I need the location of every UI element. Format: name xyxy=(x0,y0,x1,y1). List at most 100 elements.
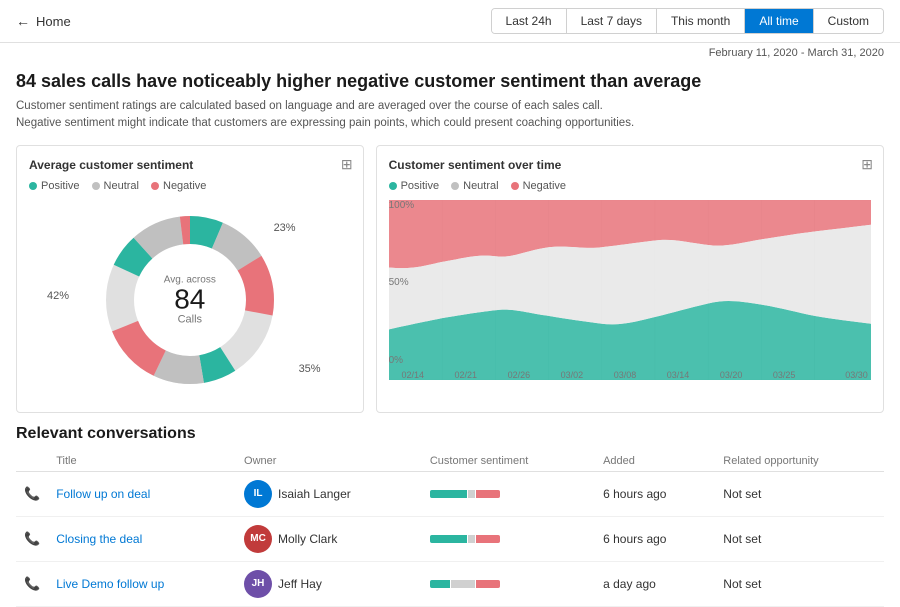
row-icon-cell: 📞 xyxy=(16,561,48,606)
phone-icon: 📞 xyxy=(24,531,40,546)
sentiment-negative xyxy=(476,490,500,498)
subtitle-line2: Negative sentiment might indicate that c… xyxy=(16,117,634,129)
charts-row: Average customer sentiment ⊞ Positive Ne… xyxy=(16,145,884,413)
back-label: Home xyxy=(36,14,71,29)
sentiment-neutral xyxy=(451,580,475,588)
time-positive-label: Positive xyxy=(401,180,440,192)
conversations-section: Relevant conversations Title Owner Custo… xyxy=(16,425,884,607)
th-owner: Owner xyxy=(236,451,422,472)
time-filters: Last 24h Last 7 days This month All time… xyxy=(491,8,884,34)
x-label-0320: 03/20 xyxy=(720,370,743,380)
avg-sentiment-card: Average customer sentiment ⊞ Positive Ne… xyxy=(16,145,364,413)
table-header-row: Title Owner Customer sentiment Added Rel… xyxy=(16,451,884,472)
th-icon xyxy=(16,451,48,472)
positive-label: Positive xyxy=(41,180,80,192)
neutral-label: Neutral xyxy=(104,180,139,192)
sentiment-positive xyxy=(430,580,450,588)
owner-avatar: MC xyxy=(244,525,272,553)
row-title[interactable]: Live Demo follow up xyxy=(48,561,236,606)
pct-positive: 23% xyxy=(274,222,296,234)
sentiment-negative xyxy=(476,580,500,588)
legend-neutral: Neutral xyxy=(92,180,139,192)
row-opportunity: Not set xyxy=(715,516,884,561)
positive-dot xyxy=(29,182,37,190)
row-opportunity: Not set xyxy=(715,561,884,606)
time-negative-label: Negative xyxy=(523,180,566,192)
sentiment-positive xyxy=(430,490,467,498)
row-added: 6 hours ago xyxy=(595,471,715,516)
table-row[interactable]: 📞 Closing the deal MC Molly Clark 6 hour… xyxy=(16,516,884,561)
donut-center-num: 84 xyxy=(164,285,216,313)
sentiment-negative xyxy=(476,535,500,543)
filter-last24h[interactable]: Last 24h xyxy=(492,9,567,33)
sentiment-positive xyxy=(430,535,467,543)
donut-center-label: Calls xyxy=(164,313,216,325)
back-arrow-icon: ← xyxy=(16,13,30,29)
th-opportunity: Related opportunity xyxy=(715,451,884,472)
donut-container: Avg. across 84 Calls 23% 35% 42% xyxy=(29,200,351,400)
th-added: Added xyxy=(595,451,715,472)
legend-negative: Negative xyxy=(151,180,206,192)
phone-icon: 📞 xyxy=(24,486,40,501)
owner-avatar: IL xyxy=(244,480,272,508)
main-content: 84 sales calls have noticeably higher ne… xyxy=(0,63,900,607)
page-subtitle: Customer sentiment ratings are calculate… xyxy=(16,98,884,133)
neutral-dot xyxy=(92,182,100,190)
y-label-50: 50% xyxy=(389,277,409,288)
table-row[interactable]: 📞 Live Demo follow up JH Jeff Hay a day … xyxy=(16,561,884,606)
sentiment-bar xyxy=(430,490,500,498)
time-positive-dot xyxy=(389,182,397,190)
time-neutral-dot xyxy=(451,182,459,190)
area-chart-svg xyxy=(389,200,871,380)
owner-name: Isaiah Langer xyxy=(278,487,351,501)
date-range-text: February 11, 2020 - March 31, 2020 xyxy=(709,47,884,59)
back-link[interactable]: ← Home xyxy=(16,13,71,29)
x-label-0221: 02/21 xyxy=(455,370,478,380)
filter-custom[interactable]: Custom xyxy=(814,9,883,33)
owner-avatar: JH xyxy=(244,570,272,598)
time-chart-title: Customer sentiment over time xyxy=(389,158,871,172)
time-chart-icon[interactable]: ⊞ xyxy=(861,156,873,173)
x-label-0308: 03/08 xyxy=(614,370,637,380)
conversations-title: Relevant conversations xyxy=(16,425,884,443)
sentiment-bar xyxy=(430,580,500,588)
row-title[interactable]: Follow up on deal xyxy=(48,471,236,516)
row-owner: JH Jeff Hay xyxy=(236,561,422,606)
row-opportunity: Not set xyxy=(715,471,884,516)
filter-alltime[interactable]: All time xyxy=(745,9,813,33)
page-title: 84 sales calls have noticeably higher ne… xyxy=(16,71,884,92)
pct-neutral: 35% xyxy=(299,363,321,375)
time-negative-dot xyxy=(511,182,519,190)
row-owner: IL Isaiah Langer xyxy=(236,471,422,516)
filter-thismonth[interactable]: This month xyxy=(657,9,745,33)
th-title: Title xyxy=(48,451,236,472)
x-label-0325: 03/25 xyxy=(773,370,796,380)
row-added: 6 hours ago xyxy=(595,516,715,561)
row-title[interactable]: Closing the deal xyxy=(48,516,236,561)
table-row[interactable]: 📞 Follow up on deal IL Isaiah Langer 6 h… xyxy=(16,471,884,516)
subtitle-line1: Customer sentiment ratings are calculate… xyxy=(16,100,603,112)
phone-icon: 📞 xyxy=(24,576,40,591)
x-label-0314: 03/14 xyxy=(667,370,690,380)
th-sentiment: Customer sentiment xyxy=(422,451,595,472)
sentiment-bar xyxy=(430,535,500,543)
x-label-0226: 02/26 xyxy=(508,370,531,380)
row-sentiment xyxy=(422,561,595,606)
row-added: a day ago xyxy=(595,561,715,606)
time-legend-positive: Positive xyxy=(389,180,440,192)
sentiment-over-time-card: Customer sentiment over time ⊞ Positive … xyxy=(376,145,884,413)
avg-chart-legend: Positive Neutral Negative xyxy=(29,180,351,192)
sentiment-neutral xyxy=(468,535,475,543)
negative-dot xyxy=(151,182,159,190)
time-legend-negative: Negative xyxy=(511,180,566,192)
filter-last7d[interactable]: Last 7 days xyxy=(567,9,657,33)
row-owner: MC Molly Clark xyxy=(236,516,422,561)
donut-center: Avg. across 84 Calls xyxy=(164,274,216,325)
x-label-0214: 02/14 xyxy=(401,370,424,380)
time-legend-neutral: Neutral xyxy=(451,180,498,192)
area-chart-container: 100% 50% 0% 02/14 02/21 02/26 03/02 03/0… xyxy=(389,200,871,380)
avg-chart-title: Average customer sentiment xyxy=(29,158,351,172)
avg-chart-icon[interactable]: ⊞ xyxy=(341,156,353,173)
negative-label: Negative xyxy=(163,180,206,192)
legend-positive: Positive xyxy=(29,180,80,192)
